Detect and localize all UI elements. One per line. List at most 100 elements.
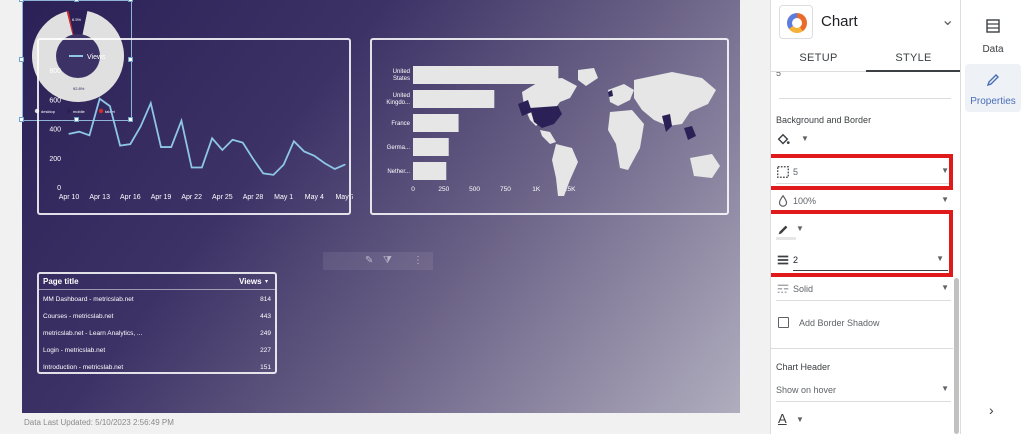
geo-x-tick: 1K (532, 186, 541, 193)
ts-y-tick: 400 (49, 127, 61, 134)
geo-bar (413, 66, 559, 84)
table-row[interactable]: metricslab.net - Learn Analytics, ... 249 (39, 326, 275, 343)
fill-bucket-icon (777, 133, 790, 145)
divider (779, 98, 951, 99)
selection-handle[interactable] (19, 57, 24, 62)
ts-point (283, 164, 285, 166)
border-style-value: Solid (793, 284, 814, 294)
highlight-box (771, 210, 953, 277)
border-shadow-checkbox[interactable] (778, 317, 789, 328)
map-central-america (540, 130, 556, 144)
geo-bar (413, 162, 447, 180)
ts-point (231, 139, 234, 141)
ts-point (109, 105, 111, 107)
column-header-views[interactable]: Views (239, 277, 262, 286)
caret-down-icon: ▼ (801, 134, 809, 143)
map-australia (690, 154, 720, 178)
views-cell: 814 (260, 296, 271, 303)
more-vert-icon[interactable]: ⋮ (413, 255, 423, 266)
chevron-right-icon[interactable]: › (989, 402, 994, 418)
table-icon (986, 19, 1000, 33)
filter-icon[interactable]: ⧩ (383, 255, 392, 266)
selection-handle[interactable] (128, 57, 133, 62)
selection-handle[interactable] (128, 0, 133, 2)
header-font-color-picker[interactable]: A ▼ (776, 409, 951, 431)
timeseries-chart[interactable]: Views 800 600 400 200 0 Apr 10 Apr 13 Apr 16 Ap… (37, 38, 355, 215)
border-shadow-label: Add Border Shadow (799, 318, 880, 328)
ts-point (129, 143, 131, 145)
panel-tabs: SETUP STYLE (771, 44, 961, 72)
ts-point (119, 144, 121, 147)
ts-point (150, 102, 152, 104)
geo-country-label: Germa... (387, 145, 411, 151)
panel-scrollbar[interactable] (954, 278, 959, 434)
report-canvas: Views 800 600 400 200 0 Apr 10 Apr 13 Apr 16 Ap… (0, 0, 770, 434)
properties-panel: Chart ⌄ SETUP STYLE 5 Background and Bor… (770, 0, 961, 434)
ts-x-tick: Apr 22 (181, 194, 202, 201)
ts-x-tick: Apr 10 (59, 194, 80, 201)
table-row[interactable]: Courses - metricslab.net 443 (39, 309, 275, 326)
ts-point (211, 137, 213, 139)
map-greenland (578, 68, 598, 86)
pencil-icon[interactable]: ✎ (365, 255, 373, 266)
caret-down-icon[interactable]: ▾ (265, 278, 268, 285)
ts-point (242, 142, 244, 144)
geo-country-label: States (393, 76, 410, 82)
selection-handle[interactable] (19, 0, 24, 2)
geo-bar-svg: UnitedStatesUnitedKingdo...FranceGerma..… (386, 66, 720, 196)
selection-handle[interactable] (19, 117, 24, 122)
table-row[interactable]: MM Dashboard - metricslab.net 814 (39, 292, 275, 309)
map-africa (608, 110, 644, 170)
ts-x-tick: May 4 (305, 194, 324, 201)
ts-point (272, 174, 275, 176)
tab-setup[interactable]: SETUP (771, 44, 866, 72)
page-title-cell: Courses - metricslab.net (43, 313, 114, 320)
top-cut-value: 5 (776, 72, 782, 78)
chart-header-select[interactable]: Show on hover ▼ (776, 380, 951, 402)
map-se-asia (684, 126, 696, 140)
chart-type-icon[interactable] (779, 5, 813, 39)
table-row[interactable]: Introduction - metricslab.net 151 (39, 360, 275, 377)
geo-x-tick: 250 (438, 186, 449, 193)
tab-style[interactable]: STYLE (866, 44, 961, 72)
background-color-picker[interactable]: ▼ (776, 130, 951, 152)
pages-table[interactable]: Page title Views ▾ MM Dashboard - metric… (37, 272, 277, 374)
rail-data-button[interactable]: Data (965, 12, 1021, 60)
ts-point (303, 150, 305, 153)
report-page: Views 800 600 400 200 0 Apr 10 Apr 13 Apr 16 Ap… (19, 0, 740, 413)
highlight-box (771, 154, 953, 190)
ts-x-tick: May 7 (335, 194, 353, 201)
rail-properties-label: Properties (970, 96, 1016, 107)
world-map (518, 68, 720, 196)
ts-point (313, 155, 315, 157)
ts-series-views-line (68, 97, 346, 176)
ts-point (293, 140, 295, 142)
pencil-icon (986, 74, 999, 87)
chevron-down-icon[interactable]: ⌄ (941, 10, 954, 30)
ts-point (252, 158, 254, 160)
border-style-select[interactable]: Solid ▼ (776, 279, 951, 301)
ts-point (68, 133, 70, 135)
selection-handle[interactable] (128, 117, 133, 122)
divider (771, 348, 953, 349)
selection-handle[interactable] (74, 117, 79, 122)
geo-country-label: Kingdo... (386, 100, 410, 106)
table-row[interactable]: Login - metricslab.net 227 (39, 343, 275, 360)
panel-header: Chart ⌄ (771, 0, 961, 44)
geo-bar (413, 90, 495, 108)
selection-handle[interactable] (74, 0, 79, 2)
ts-y-tick: 200 (49, 156, 61, 163)
ts-point (191, 166, 193, 169)
ts-point (221, 149, 223, 151)
ts-point (99, 98, 101, 100)
border-style-icon (777, 284, 789, 293)
rail-properties-button[interactable]: Properties (965, 64, 1021, 112)
ts-point (78, 131, 80, 133)
ts-point (170, 146, 172, 148)
page-title-cell: MM Dashboard - metricslab.net (43, 296, 134, 303)
ts-x-tick: May 1 (274, 194, 293, 201)
column-header-page-title[interactable]: Page title (43, 277, 79, 286)
ts-point (180, 120, 183, 122)
geo-bar-chart[interactable]: United States United Kingdo... France Germa..… (370, 38, 729, 215)
ts-legend-label: Views (87, 54, 106, 61)
